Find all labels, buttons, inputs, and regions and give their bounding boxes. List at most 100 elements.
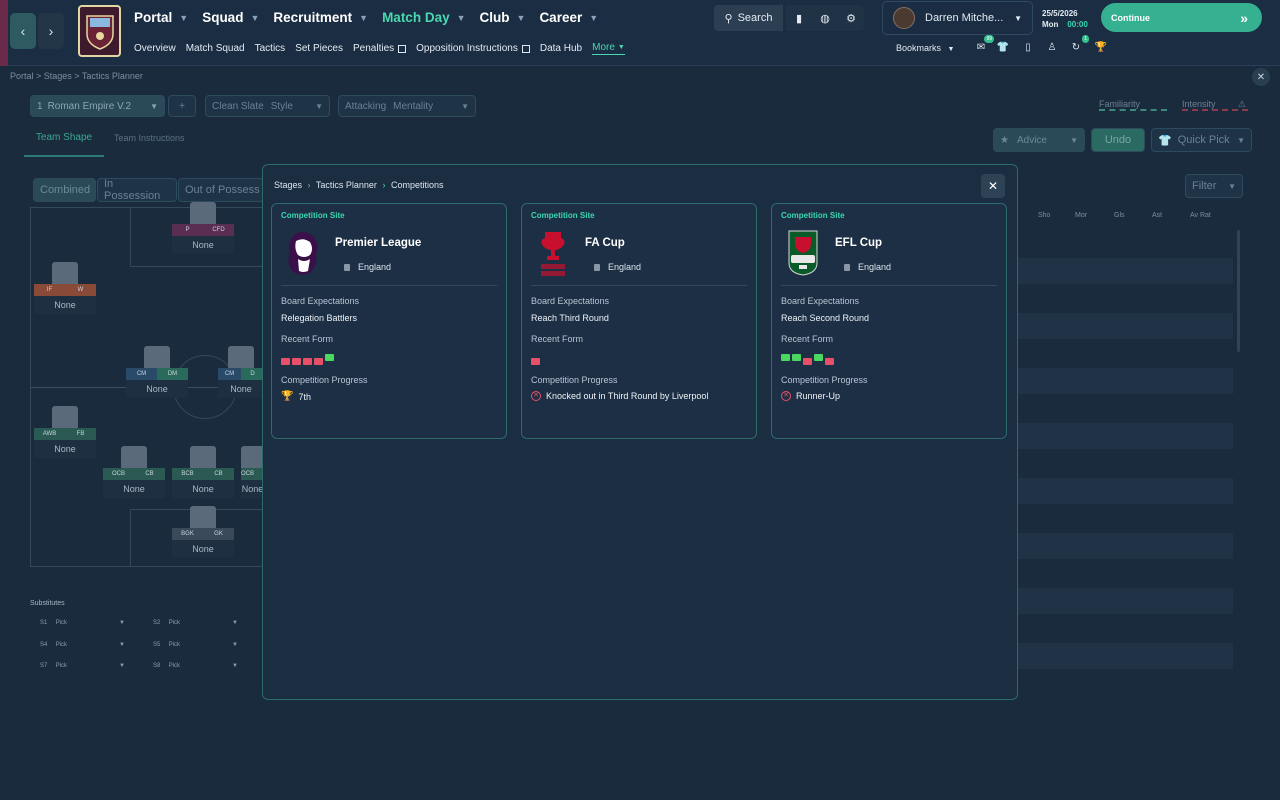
- role-tag: OCB CB: [103, 468, 165, 480]
- search-icon: ⚲: [724, 12, 733, 25]
- role-text: IF: [46, 287, 53, 293]
- subnav-more[interactable]: More ▼: [592, 42, 625, 55]
- nav-career[interactable]: Career ▼: [539, 10, 598, 25]
- player-slot[interactable]: AWB FB None: [34, 406, 96, 462]
- modal-close-button[interactable]: ✕: [981, 174, 1005, 198]
- intensity-meter[interactable]: Intensity ⚠: [1182, 99, 1248, 111]
- sub-slot[interactable]: S1 Pick ▼: [40, 620, 125, 626]
- familiarity-meter[interactable]: Familiarity: [1099, 99, 1167, 111]
- tab-team-shape[interactable]: Team Shape: [24, 132, 104, 157]
- player-slot[interactable]: CM DM None: [126, 346, 188, 402]
- sub-slot[interactable]: S4 Pick ▼: [40, 642, 125, 648]
- style-selector[interactable]: Clean Slate Style ▼: [205, 95, 330, 117]
- flag-icon: [344, 263, 350, 271]
- tab-team-instructions[interactable]: Team Instructions: [114, 133, 185, 143]
- column-header: Ast: [1152, 212, 1163, 219]
- player-name: None: [172, 480, 234, 498]
- shirt-icon: [52, 262, 78, 284]
- player-slot[interactable]: CM D None: [218, 346, 264, 402]
- competition-name[interactable]: EFL Cup: [835, 237, 882, 249]
- settings-button[interactable]: ⚙: [838, 5, 864, 31]
- player-slot[interactable]: P CFD None: [172, 202, 234, 258]
- add-tactic-button[interactable]: +: [168, 95, 196, 117]
- flag-icon: [594, 263, 600, 271]
- nav-recruitment[interactable]: Recruitment ▼: [273, 10, 368, 25]
- filter-button[interactable]: Filter ▼: [1185, 174, 1243, 198]
- player-slot[interactable]: BCB CB None: [172, 446, 234, 502]
- subnav-opposition-instructions[interactable]: Opposition Instructions: [416, 42, 530, 55]
- sub-slot[interactable]: S5 Pick ▼: [153, 642, 238, 648]
- bookmark-button[interactable]: ▮: [786, 5, 812, 31]
- shirt-icon: 👕: [1158, 134, 1172, 147]
- advice-button[interactable]: ★ Advice ▼: [993, 128, 1085, 152]
- nav-match-day[interactable]: Match Day ▼: [382, 10, 465, 25]
- breadcrumb-link[interactable]: Stages: [274, 180, 302, 190]
- nav-club[interactable]: Club ▼: [480, 10, 526, 25]
- duty-text: D: [241, 368, 264, 380]
- mentality-selector[interactable]: Attacking Mentality ▼: [338, 95, 476, 117]
- subnav-match-squad[interactable]: Match Squad: [186, 42, 245, 55]
- lion-crest-icon: [288, 232, 318, 275]
- nav-portal[interactable]: Portal ▼: [134, 10, 188, 25]
- role-text: BCB: [181, 471, 194, 477]
- search-button[interactable]: ⚲ Search: [714, 5, 783, 31]
- subnav-tactics[interactable]: Tactics: [255, 42, 286, 55]
- table-row: [1018, 423, 1233, 449]
- page-close-button[interactable]: ✕: [1252, 68, 1270, 86]
- club-crest[interactable]: [78, 5, 121, 57]
- quick-pick-button[interactable]: 👕 Quick Pick ▼: [1151, 128, 1252, 152]
- subnav-penalties[interactable]: Penalties: [353, 42, 407, 55]
- squad-shirt-button[interactable]: 👕: [996, 40, 1010, 54]
- competition-site-link[interactable]: Competition Site: [531, 211, 595, 220]
- competition-site-link[interactable]: Competition Site: [281, 211, 345, 220]
- chevron-down-icon: ▼: [232, 620, 238, 626]
- view-out-possession-tab[interactable]: Out of Possess: [178, 178, 264, 202]
- tactic-slot-selector[interactable]: 1 Roman Empire V.2 ▼: [30, 95, 165, 117]
- subnav-set-pieces[interactable]: Set Pieces: [295, 42, 343, 55]
- manager-profile-button[interactable]: Darren Mitche... ▼: [882, 1, 1033, 35]
- report-button[interactable]: ▯: [1021, 40, 1035, 54]
- continue-button[interactable]: Continue »: [1101, 3, 1262, 32]
- undo-button[interactable]: Undo: [1091, 128, 1145, 152]
- add-icon: +: [179, 100, 185, 112]
- view-in-possession-tab[interactable]: In Possession: [97, 178, 177, 202]
- competition-name[interactable]: FA Cup: [585, 237, 625, 249]
- competition-site-link[interactable]: Competition Site: [781, 211, 845, 220]
- sub-slot[interactable]: S7 Pick ▼: [40, 663, 125, 669]
- player-name: None: [103, 480, 165, 498]
- player-slot[interactable]: OCB CB None: [103, 446, 165, 502]
- subnav-data-hub[interactable]: Data Hub: [540, 42, 582, 55]
- nav-label: Portal: [134, 10, 173, 25]
- breadcrumb-link[interactable]: Tactics Planner: [316, 180, 377, 190]
- table-row: [1018, 258, 1233, 284]
- table-scrollbar[interactable]: [1237, 230, 1240, 352]
- forward-button[interactable]: ›: [38, 13, 64, 49]
- nation-name[interactable]: England: [608, 262, 641, 272]
- subnav-overview[interactable]: Overview: [134, 42, 176, 55]
- duty-text: DM: [157, 368, 188, 380]
- competition-name[interactable]: Premier League: [335, 237, 421, 249]
- nav-label: Recruitment: [273, 10, 353, 25]
- database-button[interactable]: ◍: [812, 5, 838, 31]
- nation-name[interactable]: England: [358, 262, 391, 272]
- nation-name[interactable]: England: [858, 262, 891, 272]
- form-loss: [281, 358, 290, 365]
- view-combined-tab[interactable]: Combined: [33, 178, 96, 202]
- sub-slot[interactable]: S8 Pick ▼: [153, 663, 238, 669]
- refresh-icon: ↻: [1071, 41, 1081, 53]
- day-text: Mon: [1042, 20, 1059, 29]
- sub-slot[interactable]: S2 Pick ▼: [153, 620, 238, 626]
- news-button[interactable]: ↻ 1: [1069, 35, 1089, 54]
- training-button[interactable]: ♙: [1045, 40, 1059, 54]
- player-slot[interactable]: IF W None: [34, 262, 96, 318]
- nav-squad[interactable]: Squad ▼: [202, 10, 259, 25]
- player-slot[interactable]: OCB None: [241, 446, 264, 502]
- bookmarks-dropdown[interactable]: Bookmarks ▼: [896, 43, 954, 53]
- trophy-button[interactable]: 🏆: [1094, 40, 1108, 54]
- inbox-button[interactable]: ✉ 99: [974, 35, 994, 54]
- role-tag: AWB FB: [34, 428, 96, 440]
- form-loss: [531, 358, 540, 365]
- player-slot[interactable]: BGK GK None: [172, 506, 234, 562]
- back-button[interactable]: ‹: [10, 13, 36, 49]
- style-label: Style: [270, 100, 293, 112]
